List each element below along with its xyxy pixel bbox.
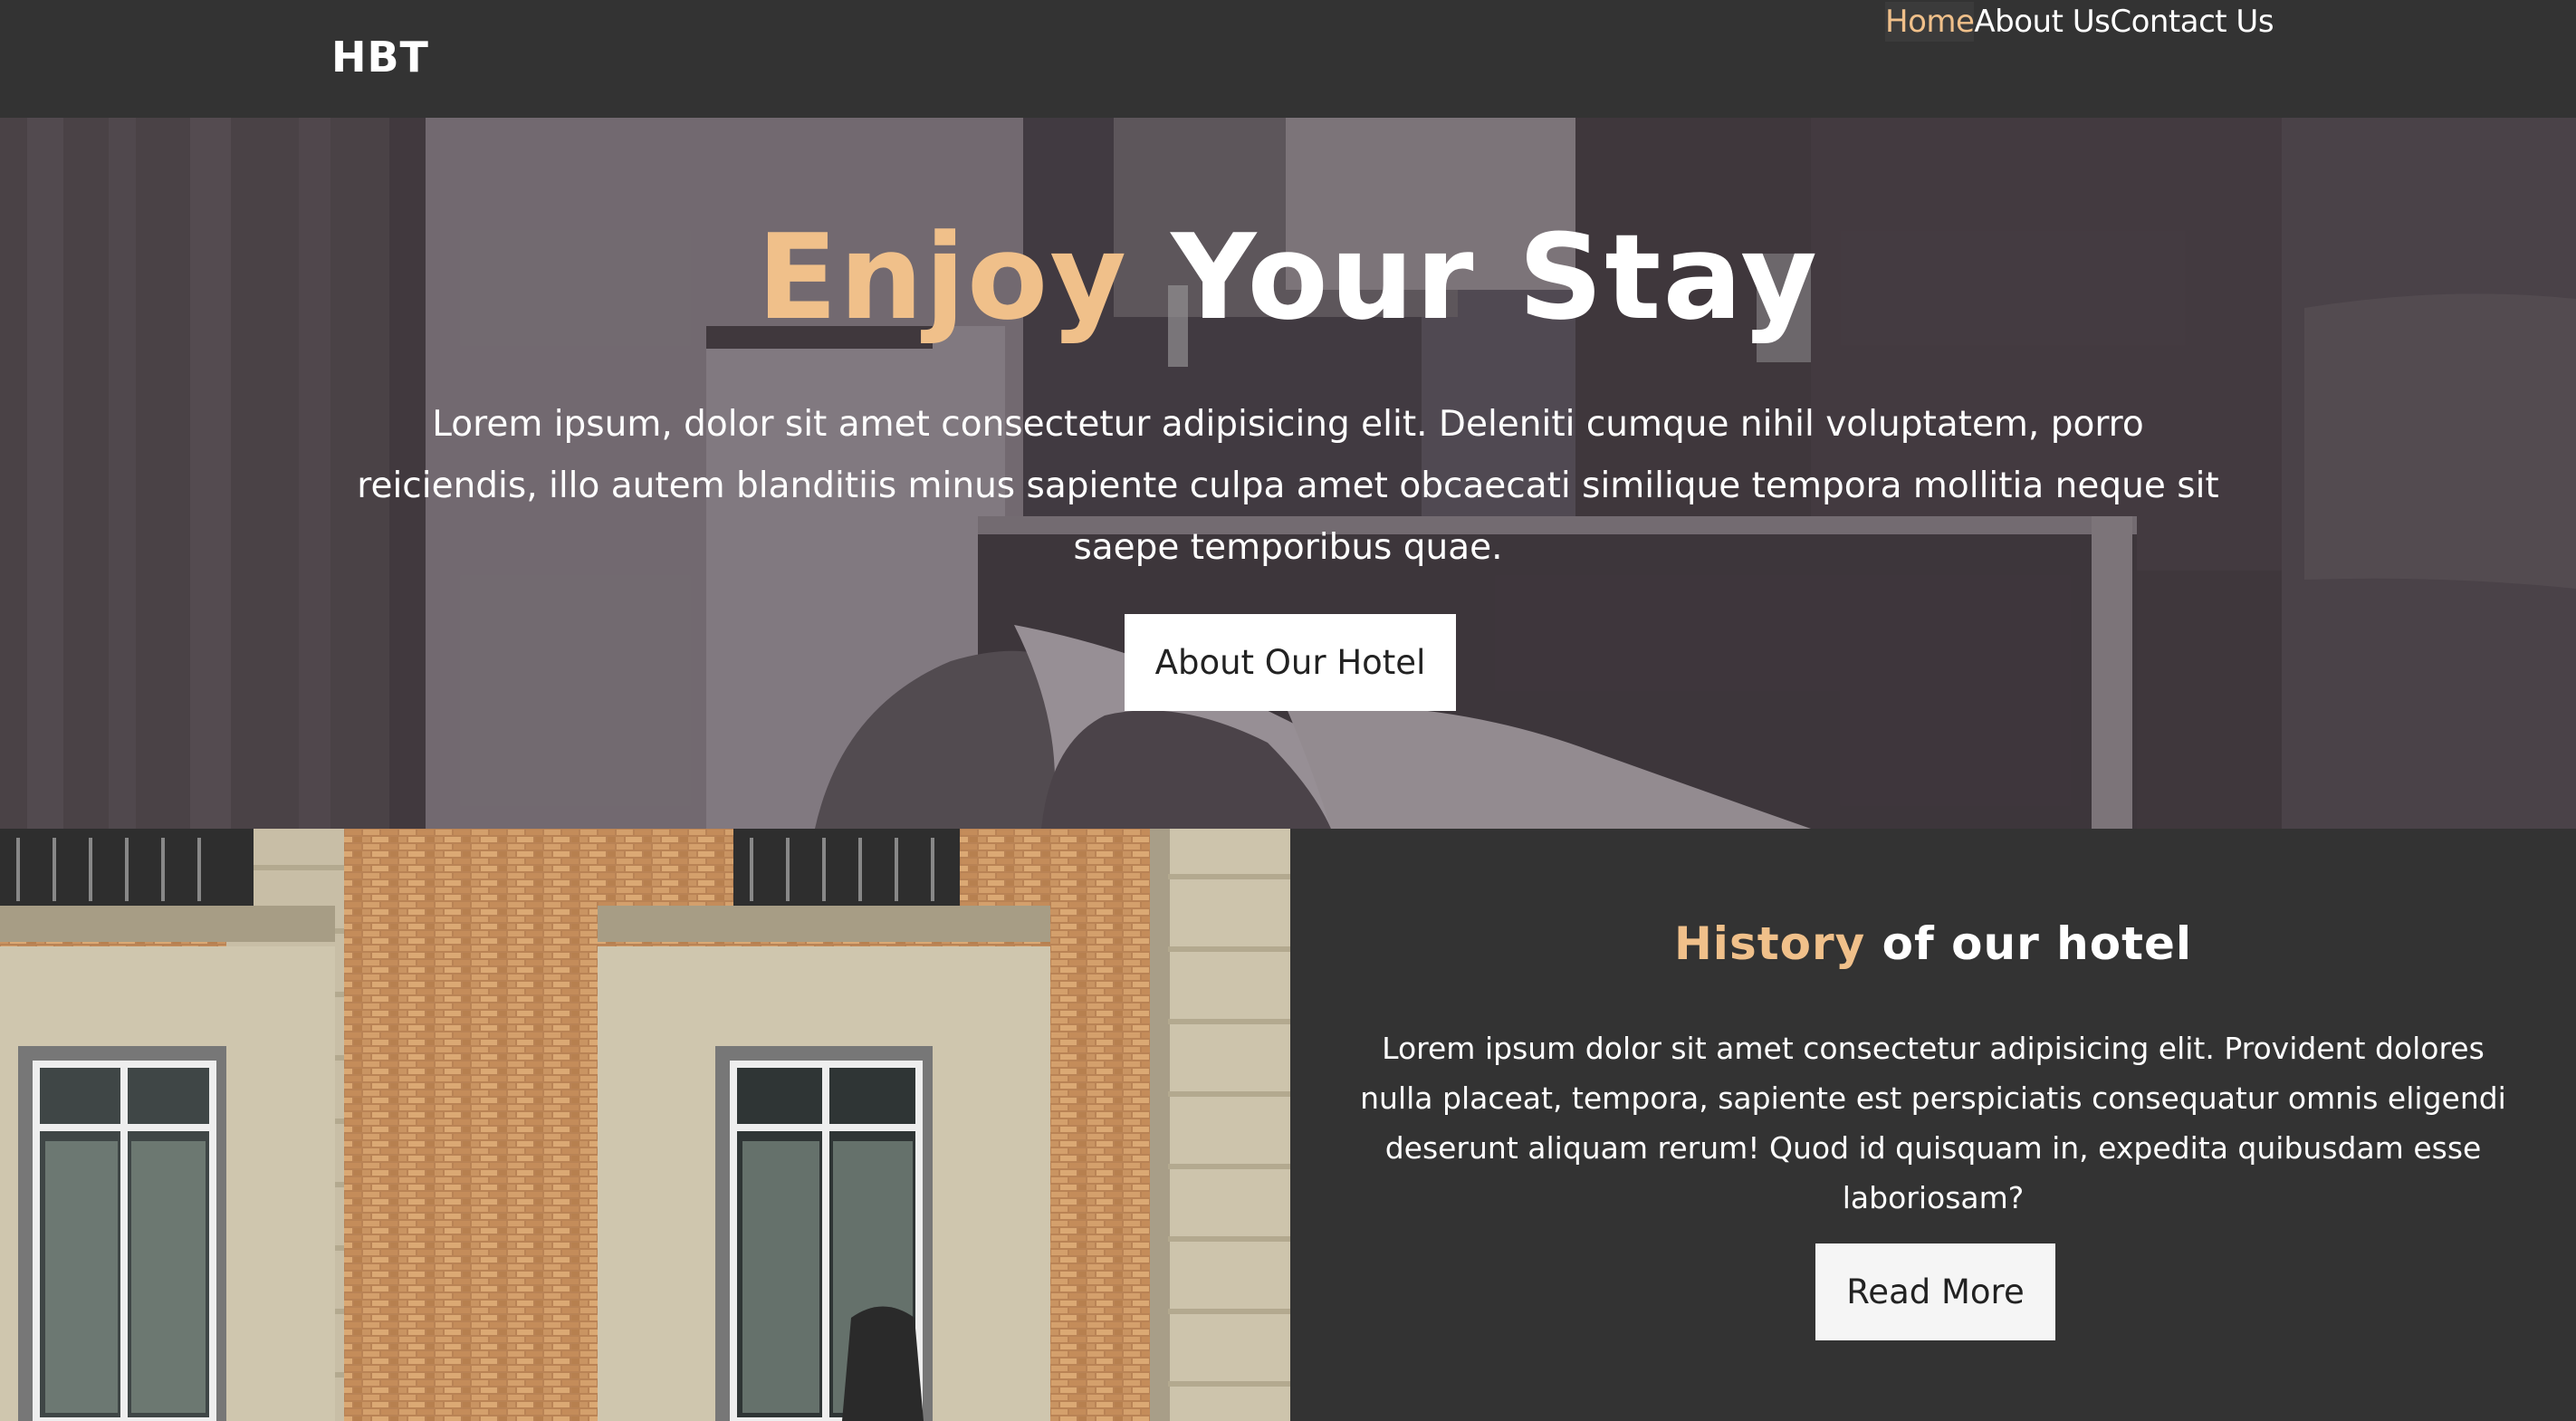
hero-title-accent: Enjoy [757, 208, 1129, 346]
history-section: History of our hotel Lorem ipsum dolor s… [0, 829, 2576, 1421]
history-description: Lorem ipsum dolor sit amet consectetur a… [1360, 1031, 2506, 1215]
brand-logo[interactable]: HBT [331, 33, 429, 82]
nav-link-contact[interactable]: Contact Us [2110, 2, 2274, 42]
history-title-rest: of our hotel [1865, 917, 2193, 970]
read-more-button[interactable]: Read More [1815, 1243, 2055, 1340]
hero-title: Enjoy Your Stay [0, 208, 2576, 346]
about-our-hotel-button[interactable]: About Our Hotel [1125, 614, 1456, 711]
hotel-facade-illustration [0, 829, 1290, 1421]
history-title: History of our hotel [1290, 917, 2576, 970]
nav-link-about[interactable]: About Us [1974, 2, 2110, 42]
navbar: HBT Home About Us Contact Us [0, 0, 2576, 118]
nav-link-home[interactable]: Home [1885, 2, 1975, 42]
hotel-facade-image [0, 829, 1290, 1421]
hero-section: Enjoy Your Stay Lorem ipsum, dolor sit a… [0, 118, 2576, 829]
hero-description: Lorem ipsum, dolor sit amet consectetur … [357, 404, 2219, 568]
hero-title-rest: Your Stay [1128, 208, 1819, 346]
history-panel: History of our hotel Lorem ipsum dolor s… [1290, 829, 2576, 1421]
nav-links: Home About Us Contact Us [1885, 2, 2274, 42]
history-title-accent: History [1673, 917, 1866, 970]
